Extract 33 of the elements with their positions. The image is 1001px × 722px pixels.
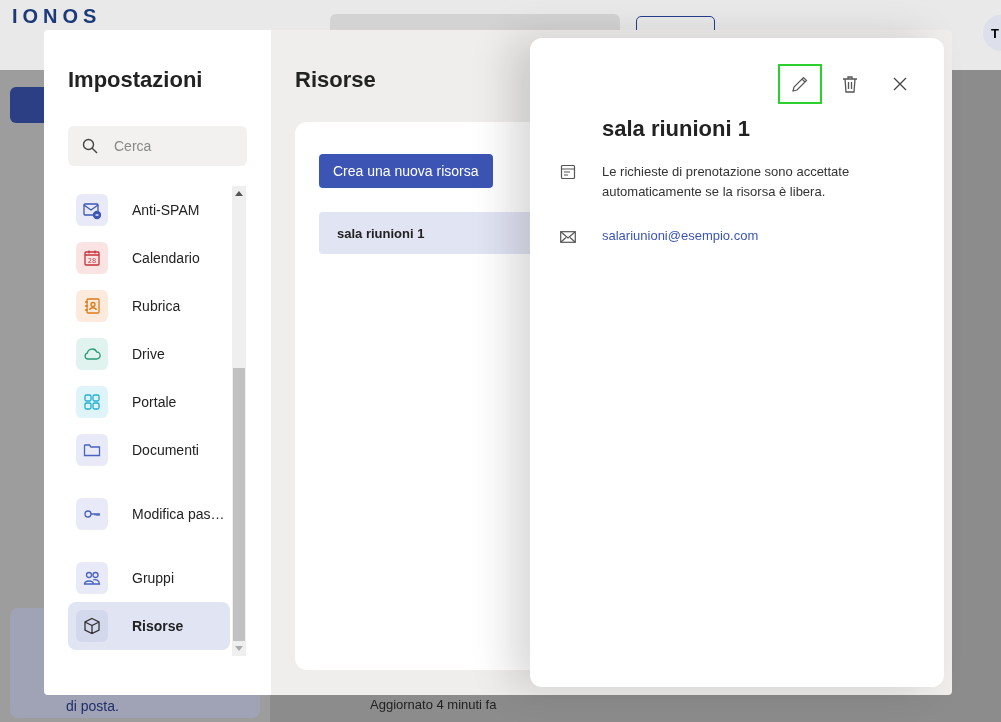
scroll-up-icon[interactable] [235,191,243,196]
promo-text: di posta. [66,698,119,714]
edit-button[interactable] [778,64,822,104]
settings-item[interactable]: Risorse [68,602,230,650]
search-field[interactable]: Cerca [68,126,247,166]
settings-item[interactable]: Rubrica [68,282,230,330]
create-resource-button[interactable]: Crea una nuova risorsa [319,154,493,188]
section-title: Risorse [295,67,376,93]
trash-icon [842,75,858,93]
search-icon [82,138,98,154]
settings-item[interactable]: Portale [68,378,230,426]
spam-icon [82,200,102,220]
settings-item[interactable]: Drive [68,330,230,378]
status-text: Aggiornato 4 minuti fa [370,697,497,712]
resource-title: sala riunioni 1 [602,116,751,142]
booking-note: Le richieste di prenotazione sono accettate automaticamente se la risorsa è libera. [602,163,851,201]
logo: IONOS [12,6,103,26]
user-avatar[interactable]: T [983,15,1001,51]
resources-icon [82,616,102,636]
calendar-icon [560,164,576,180]
scroll-down-icon[interactable] [235,646,243,651]
settings-item[interactable]: Documenti [68,426,230,474]
portal-icon [82,392,102,412]
scrollbar[interactable] [232,186,246,656]
settings-item[interactable]: Modifica pas… [68,490,230,538]
email-link[interactable]: salariunioni@esempio.com [602,228,759,243]
settings-item[interactable]: Gruppi [68,554,230,602]
settings-item[interactable]: Anti-SPAM [68,186,230,234]
mail-icon [560,230,576,243]
contacts-icon [82,296,102,316]
close-icon [892,76,908,92]
settings-title: Impostazioni [68,67,203,93]
pencil-icon [791,75,809,93]
